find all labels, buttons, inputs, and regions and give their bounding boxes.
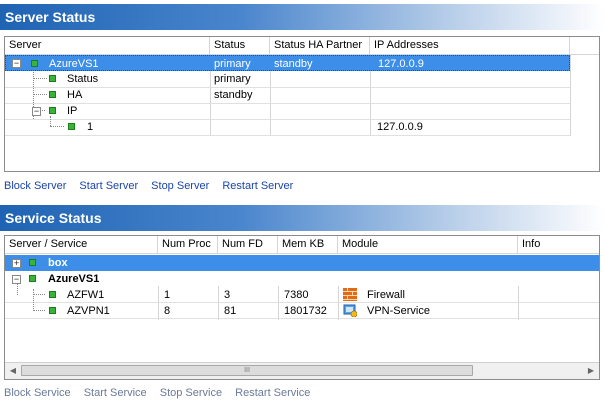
ip-node-icon bbox=[49, 107, 56, 114]
col-module[interactable]: Module bbox=[338, 236, 518, 253]
service-group-name: AzureVS1 bbox=[48, 273, 100, 285]
num-fd: 3 bbox=[224, 289, 231, 301]
col-server[interactable]: Server bbox=[5, 37, 210, 54]
server-status: primary bbox=[214, 58, 251, 70]
stop-service-link[interactable]: Stop Service bbox=[160, 387, 222, 399]
col-server-service[interactable]: Server / Service bbox=[5, 236, 158, 253]
module-name: VPN-Service bbox=[367, 305, 430, 317]
block-server-link[interactable]: Block Server bbox=[4, 180, 66, 192]
col-num-fd[interactable]: Num FD bbox=[218, 236, 278, 253]
service-actions: Block Service Start Service Stop Service… bbox=[4, 387, 320, 399]
status-node-icon bbox=[49, 75, 56, 82]
horizontal-scrollbar[interactable]: ◀ III ▶ bbox=[5, 362, 599, 379]
restart-server-link[interactable]: Restart Server bbox=[222, 180, 293, 192]
col-num-proc[interactable]: Num Proc bbox=[158, 236, 218, 253]
server-row-azurevs1[interactable]: AzureVS1 primary standby 127.0.0.9 bbox=[5, 55, 570, 71]
server-node-icon bbox=[31, 60, 38, 67]
service-row-azurevs1[interactable]: AzureVS1 bbox=[5, 271, 599, 287]
box-node-icon bbox=[29, 259, 36, 266]
collapse-icon[interactable]: − bbox=[12, 59, 21, 68]
row-name: IP bbox=[67, 105, 78, 117]
service-name: AZVPN1 bbox=[67, 305, 110, 317]
server-row-ha[interactable]: HA standby bbox=[5, 87, 570, 103]
block-service-link[interactable]: Block Service bbox=[4, 387, 71, 399]
service-status-tree[interactable]: Server / Service Num Proc Num FD Mem KB … bbox=[4, 235, 600, 380]
col-mem-kb[interactable]: Mem KB bbox=[278, 236, 338, 253]
service-name: AZFW1 bbox=[67, 289, 105, 301]
server-ip: 127.0.0.9 bbox=[378, 58, 424, 70]
service-row-azvpn1[interactable]: AZVPN1 8 81 1801732 VPN-Service bbox=[5, 303, 599, 319]
server-row-ip-1[interactable]: 1 127.0.0.9 bbox=[5, 119, 570, 135]
ha-node-icon bbox=[49, 91, 56, 98]
azvpn1-node-icon bbox=[49, 307, 56, 314]
module-name: Firewall bbox=[367, 289, 405, 301]
vpn-module-icon bbox=[343, 304, 357, 317]
service-row-azfw1[interactable]: AZFW1 1 3 7380 Firewall bbox=[5, 287, 599, 303]
ip1-node-icon bbox=[68, 123, 75, 130]
row-status: standby bbox=[214, 89, 253, 101]
service-status-header: Service Status bbox=[0, 205, 605, 231]
col-info[interactable]: Info bbox=[518, 236, 599, 253]
row-ip: 127.0.0.9 bbox=[377, 121, 423, 133]
grid-line bbox=[5, 135, 570, 136]
server-row-ip[interactable]: IP bbox=[5, 103, 570, 119]
collapse-icon[interactable]: − bbox=[32, 107, 41, 116]
server-columns-header: Server Status Status HA Partner IP Addre… bbox=[5, 37, 599, 55]
start-service-link[interactable]: Start Service bbox=[84, 387, 147, 399]
server-ha: standby bbox=[274, 58, 313, 70]
num-proc: 8 bbox=[164, 305, 171, 317]
col-status[interactable]: Status bbox=[210, 37, 270, 54]
row-name: 1 bbox=[87, 121, 94, 133]
row-name: Status bbox=[67, 73, 99, 85]
service-columns-header: Server / Service Num Proc Num FD Mem KB … bbox=[5, 236, 599, 254]
server-status-tree[interactable]: Server Status Status HA Partner IP Addre… bbox=[4, 36, 600, 172]
server-row-status[interactable]: Status primary bbox=[5, 71, 570, 87]
col-ip-addresses[interactable]: IP Addresses bbox=[370, 37, 570, 54]
scroll-thumb[interactable]: III bbox=[21, 365, 473, 376]
firewall-module-icon bbox=[343, 288, 357, 301]
mem-kb: 7380 bbox=[284, 289, 309, 301]
start-server-link[interactable]: Start Server bbox=[79, 180, 138, 192]
col-ha-partner[interactable]: Status HA Partner bbox=[270, 37, 370, 54]
expand-icon[interactable]: + bbox=[12, 259, 21, 268]
stop-server-link[interactable]: Stop Server bbox=[151, 180, 209, 192]
num-fd: 81 bbox=[224, 305, 237, 317]
server-status-header: Server Status bbox=[0, 4, 605, 30]
server-name: AzureVS1 bbox=[49, 58, 99, 70]
scroll-left-icon[interactable]: ◀ bbox=[5, 363, 21, 379]
azfw1-node-icon bbox=[49, 291, 56, 298]
mem-kb: 1801732 bbox=[284, 305, 327, 317]
row-status: primary bbox=[214, 73, 251, 85]
row-name: HA bbox=[67, 89, 83, 101]
grid-line bbox=[570, 54, 571, 136]
server-actions: Block Server Start Server Stop Server Re… bbox=[4, 180, 303, 192]
service-group-name: box bbox=[48, 257, 68, 269]
scroll-right-icon[interactable]: ▶ bbox=[583, 363, 599, 379]
collapse-icon[interactable]: − bbox=[12, 275, 21, 284]
restart-service-link[interactable]: Restart Service bbox=[235, 387, 310, 399]
service-row-box[interactable]: box bbox=[5, 255, 599, 271]
azurevs1-node-icon bbox=[29, 275, 36, 282]
num-proc: 1 bbox=[164, 289, 171, 301]
